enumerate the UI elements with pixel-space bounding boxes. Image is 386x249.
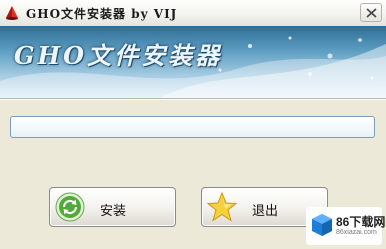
close-button[interactable] [360, 3, 382, 22]
banner-title: GHO文件安装器 [14, 41, 223, 70]
red-cone-icon [4, 5, 20, 21]
install-button-label: 安装 [100, 204, 127, 219]
watermark-logo-icon [312, 214, 332, 236]
watermark-sub: 86xiazai.com [336, 229, 377, 236]
header-banner: GHO文件安装器 [0, 26, 386, 98]
exit-button-label: 退出 [252, 204, 279, 219]
site-watermark: 86下载网 86xiazai.com [306, 207, 386, 245]
title-bar[interactable]: GHO文件安装器 by VIJ [0, 0, 386, 27]
watermark-text: 86下载网 [336, 215, 386, 229]
green-circular-arrows-icon [54, 191, 86, 223]
yellow-star-icon [206, 191, 238, 223]
window-title: GHO文件安装器 by VIJ [26, 7, 178, 21]
separator [0, 98, 386, 100]
install-button[interactable]: 安装 [49, 187, 176, 227]
close-x-icon [366, 8, 377, 18]
progress-bar [10, 116, 375, 138]
